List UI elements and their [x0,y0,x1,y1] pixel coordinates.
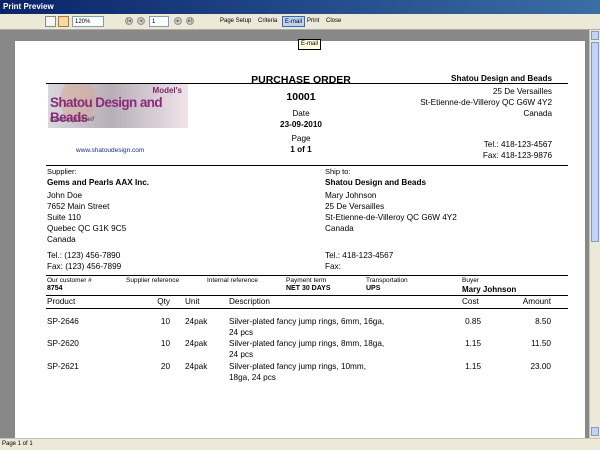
table-row-desc-cont: 24 pcs [229,350,254,359]
shipto-heading: Ship to: [325,167,351,176]
supplier-city: Quebec QC G1K 9C5 [47,224,127,233]
preview-area[interactable]: Model's Shatou Design and Beads Fashion … [0,30,589,438]
table-row-unit: 24pak [185,339,208,348]
document-title: PURCHASE ORDER [251,74,351,86]
last-page-button[interactable]: ▸| [186,17,194,25]
date-label: Date [292,109,310,118]
shipto-contact: Mary Johnson [325,191,377,200]
po-number: 10001 [286,91,316,103]
info-label-internal-ref: Internal reference [207,277,258,284]
info-value-payment: NET 30 DAYS [286,285,331,292]
email-button[interactable]: E-mail [282,16,306,27]
table-row-product: SP-2620 [47,339,79,348]
table-row-desc-cont: 18ga, 24 pcs [229,373,276,382]
col-unit: Unit [185,297,200,306]
zoom-select[interactable]: 120% [72,16,104,27]
shipto-fax: Fax: [325,262,341,271]
info-value-customer: 8754 [47,285,63,292]
page-value: 1 of 1 [290,145,312,154]
shipto-tel: Tel.: 418-123-4567 [325,251,394,260]
window-title: Print Preview [0,0,600,14]
col-product: Product [47,297,76,306]
info-label-customer: Our customer # [47,277,92,284]
company-country: Canada [523,109,552,118]
logo-tagline: Fashion yourself [50,117,95,123]
supplier-heading: Supplier: [47,167,77,176]
scroll-down-icon[interactable] [591,427,599,436]
vertical-scrollbar[interactable] [589,30,600,438]
info-label-supplier-ref: Supplier reference [126,277,180,284]
table-row-cost: 1.15 [465,362,481,371]
print-button[interactable]: Print [305,16,321,27]
supplier-fax: Fax: (123) 456-7899 [47,262,122,271]
company-name: Shatou Design and Beads [451,74,552,83]
table-row-desc: Silver-plated fancy jump rings, 8mm, 18g… [229,339,385,348]
page-label: Page [291,134,311,143]
shipto-country: Canada [325,224,354,233]
columns-rule-bottom [46,308,568,309]
table-row-desc-cont: 24 pcs [229,328,254,337]
first-page-button[interactable]: |◂ [125,17,133,25]
single-page-icon[interactable] [45,16,56,27]
status-bar: Page 1 of 1 [0,438,600,450]
company-fax: Fax: 418-123-9876 [482,151,552,160]
table-row-desc: Silver-plated fancy jump rings, 6mm, 16g… [229,317,385,326]
page-setup-button[interactable]: Page Setup [218,16,253,27]
document-page: Model's Shatou Design and Beads Fashion … [15,41,585,438]
table-row-unit: 24pak [185,362,208,371]
table-row-qty: 10 [160,339,170,348]
info-rule [46,275,568,276]
company-logo: Model's Shatou Design and Beads Fashion … [48,84,188,128]
table-row-desc: Silver-plated fancy jump rings, 10mm, [229,362,366,371]
info-label-payment: Payment term [286,277,327,284]
supplier-tel: Tel.: (123) 456-7890 [47,251,121,260]
table-row-cost: 1.15 [465,339,481,348]
previous-page-button[interactable]: ◂ [137,17,145,25]
table-row-qty: 10 [160,317,170,326]
table-row-cost: 0.85 [465,317,481,326]
info-label-buyer: Buyer [462,277,479,284]
table-row-product: SP-2646 [47,317,79,326]
supplier-country: Canada [47,235,76,244]
scroll-thumb[interactable] [591,42,599,242]
col-cost: Cost [462,297,479,306]
col-qty: Qty [157,297,170,306]
shipto-city: St-Etienne-de-Villeroy QC G6W 4Y2 [325,213,457,222]
shipto-street: 25 De Versailles [325,202,385,211]
multi-page-icon[interactable] [58,16,69,27]
columns-rule-top [46,295,568,296]
supplier-name: Gems and Pearls AAX Inc. [47,178,150,187]
table-row-amount: 8.50 [535,317,551,326]
shipto-name: Shatou Design and Beads [325,178,426,187]
company-address2: St-Etienne-de-Villeroy QC G6W 4Y2 [420,98,552,107]
next-page-button[interactable]: ▸ [174,17,182,25]
col-amount: Amount [522,297,551,306]
criteria-button[interactable]: Criteria [256,16,279,27]
company-address1: 25 De Versailles [492,87,552,96]
email-tooltip: E-mail [298,39,322,50]
company-tel: Tel.: 418-123-4567 [483,140,552,149]
info-value-transport: UPS [366,285,381,292]
website-link[interactable]: www.shatoudesign.com [76,147,144,154]
address-rule [46,165,568,166]
info-label-transport: Transportation [366,277,408,284]
col-description: Description [229,297,270,306]
table-row-qty: 20 [160,362,170,371]
info-value-buyer: Mary Johnson [462,285,517,294]
scroll-up-icon[interactable] [591,31,599,40]
table-row-amount: 23.00 [530,362,552,371]
supplier-suite: Suite 110 [47,213,81,222]
table-row-amount: 11.50 [531,339,551,348]
supplier-contact: John Doe [47,191,83,200]
logo-badge: Model's [152,86,182,95]
supplier-street: 7652 Main Street [47,202,110,211]
date-value: 23-09-2010 [280,120,322,129]
table-row-product: SP-2621 [47,362,79,371]
table-row-unit: 24pak [185,317,208,326]
close-button[interactable]: Close [324,16,343,27]
toolbar: 120% |◂ ◂ 1 ▸ ▸| Page Setup Criteria E-m… [0,14,600,30]
page-number-input[interactable]: 1 [149,16,169,27]
